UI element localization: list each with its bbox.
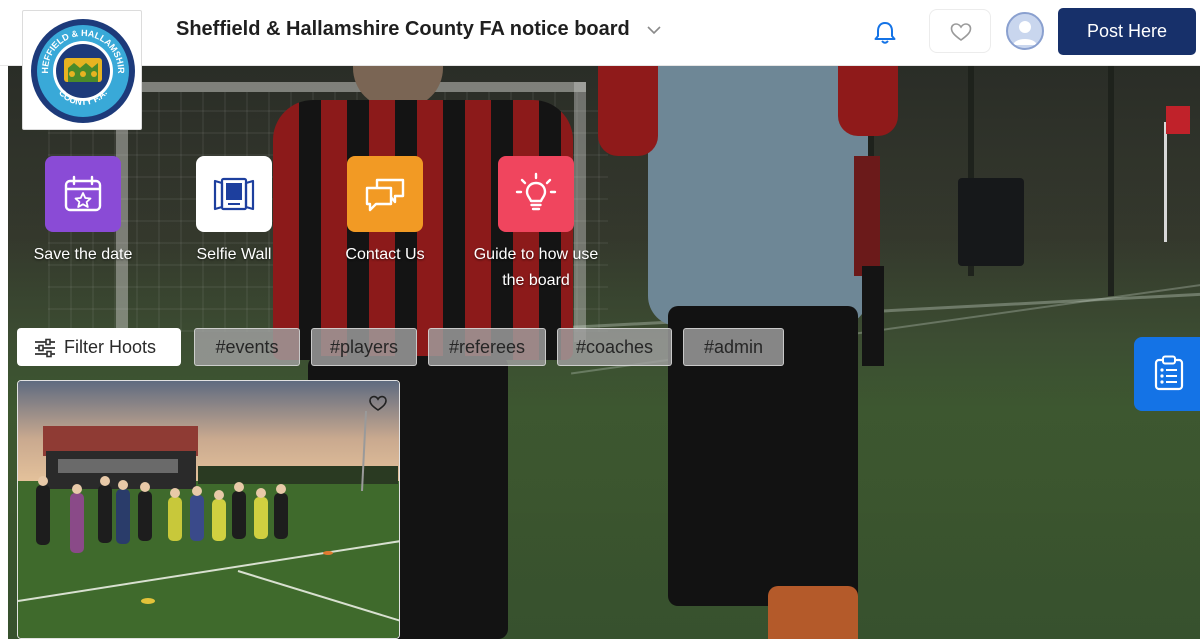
tag-admin[interactable]: #admin <box>683 328 784 366</box>
filter-hoots-label: Filter Hoots <box>64 337 157 357</box>
post-card-photo <box>18 381 399 638</box>
side-panel-button[interactable] <box>1134 337 1200 411</box>
calendar-star-icon <box>64 175 102 212</box>
quick-link-save-the-date[interactable]: Save the date <box>8 156 158 268</box>
heart-icon <box>950 23 972 41</box>
guide-tile <box>498 156 574 232</box>
user-avatar-icon <box>1013 21 1037 45</box>
user-avatar[interactable] <box>1006 12 1044 50</box>
board-title[interactable]: Sheffield & Hallamshire County FA notice… <box>176 18 630 41</box>
tag-referees[interactable]: #referees <box>428 328 546 366</box>
selfie-wall-tile <box>196 156 272 232</box>
quick-link-label: Guide to how use the board <box>473 246 599 289</box>
contact-us-tile <box>347 156 423 232</box>
quick-link-label: Save the date <box>33 246 133 263</box>
quick-link-label: Contact Us <box>345 246 425 263</box>
quick-link-contact-us[interactable]: Contact Us <box>310 156 460 268</box>
quick-link-guide[interactable]: Guide to how use the board <box>461 156 611 294</box>
tag-events[interactable]: #events <box>194 328 300 366</box>
sliders-icon <box>35 338 55 358</box>
tag-players[interactable]: #players <box>311 328 417 366</box>
quick-link-selfie-wall[interactable]: Selfie Wall <box>159 156 309 268</box>
top-bar: Sheffield & Hallamshire County FA notice… <box>0 0 1200 66</box>
filter-hoots-button[interactable]: Filter Hoots <box>17 328 181 366</box>
post-card[interactable] <box>17 380 400 639</box>
tag-coaches[interactable]: #coaches <box>557 328 672 366</box>
lightbulb-icon <box>515 172 557 211</box>
post-here-button[interactable]: Post Here <box>1058 8 1196 55</box>
photo-frame-icon <box>213 177 255 211</box>
chat-bubbles-icon <box>365 178 405 212</box>
county-fa-logo[interactable]: SHEFFIELD & HALLAMSHIRE COUNTY F.A. <box>22 10 142 130</box>
quick-link-label: Selfie Wall <box>196 246 272 263</box>
chevron-down-icon[interactable] <box>644 20 664 40</box>
bell-icon[interactable] <box>870 18 900 48</box>
favourites-button[interactable] <box>929 9 991 53</box>
clipboard-list-icon <box>1154 355 1184 391</box>
card-heart-icon[interactable] <box>368 393 388 413</box>
crest-icon: SHEFFIELD & HALLAMSHIRE COUNTY F.A. <box>28 16 135 123</box>
save-the-date-tile <box>45 156 121 232</box>
